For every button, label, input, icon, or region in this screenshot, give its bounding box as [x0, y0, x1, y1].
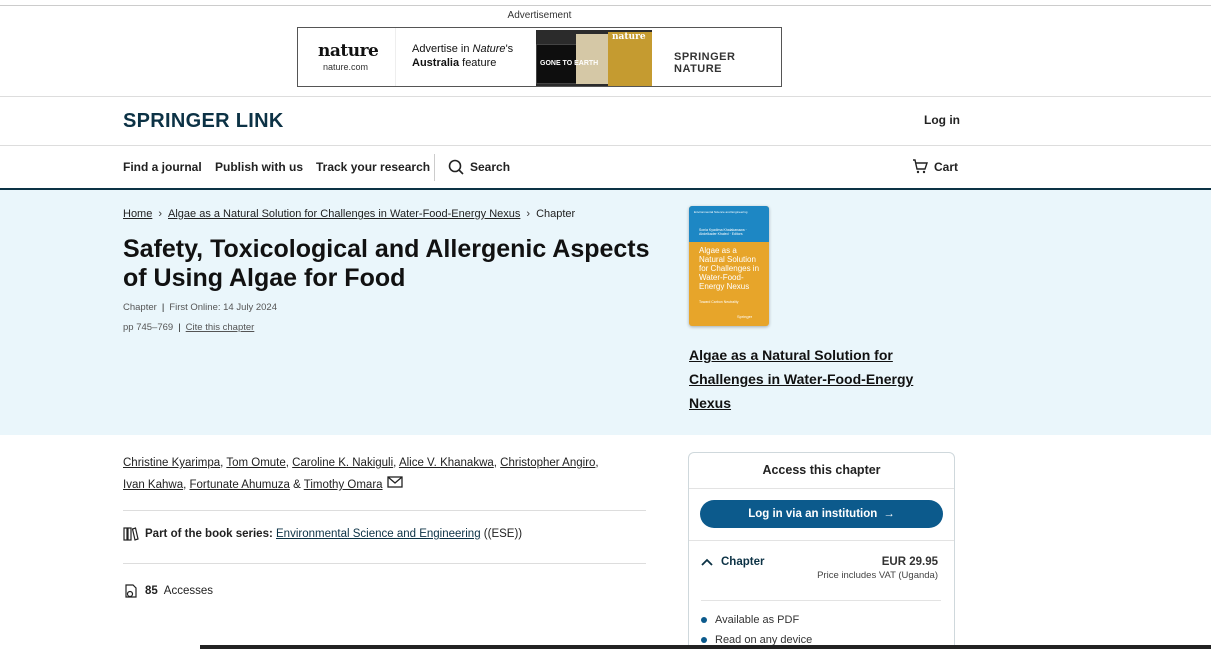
ad-nature-logo: nature nature.com: [318, 41, 379, 72]
author-link[interactable]: Ivan Kahwa: [123, 479, 183, 491]
bottom-banner-edge: [200, 645, 1211, 649]
chapter-meta: Chapter | First Online: 14 July 2024: [123, 302, 278, 313]
author-list: Christine Kyarimpa, Tom Omute, Caroline …: [123, 452, 623, 496]
author-link[interactable]: Christopher Angiro: [500, 457, 595, 469]
panel-divider: [689, 540, 954, 541]
author-link[interactable]: Christine Kyarimpa: [123, 457, 220, 469]
search-icon: [448, 159, 464, 175]
chapter-price: EUR 29.95 Price includes VAT (Uganda): [817, 556, 938, 581]
author-link[interactable]: Alice V. Khanakwa: [399, 457, 494, 469]
author-link[interactable]: Caroline K. Nakiguli: [292, 457, 393, 469]
ad-divider: [395, 28, 396, 86]
nav-rule: [0, 145, 1211, 146]
chapter-type: Chapter: [123, 302, 157, 313]
header-rule: [0, 96, 1211, 97]
price-vat-note: Price includes VAT (Uganda): [817, 570, 938, 581]
series-label: Part of the book series:: [145, 528, 273, 540]
chapter-option-label: Chapter: [721, 556, 765, 568]
first-online: First Online: 14 July 2024: [169, 302, 278, 313]
book-title-link[interactable]: Algae as a Natural Solution for Challeng…: [689, 343, 939, 415]
cover-title: Algae as a Natural Solution for Challeng…: [699, 246, 760, 291]
mail-icon[interactable]: [386, 474, 403, 496]
cover-editors: Sonia Kyadima Khalakanawa · Abdelkader K…: [699, 228, 747, 236]
chapter-title: Safety, Toxicological and Allergenic Asp…: [123, 235, 650, 292]
nature-logo: nature: [318, 41, 379, 61]
access-panel-heading: Access this chapter: [689, 453, 954, 489]
book-series-icon: [123, 527, 139, 541]
ad-label: Advertisement: [507, 10, 572, 21]
author-link[interactable]: Timothy Omara: [304, 479, 383, 491]
arrow-right-icon: →: [883, 508, 895, 520]
cite-chapter-link[interactable]: Cite this chapter: [186, 322, 255, 333]
book-series: Part of the book series: Environmental S…: [123, 527, 522, 541]
chapter-pages: pp 745–769: [123, 322, 174, 333]
breadcrumb-current: Chapter: [536, 208, 576, 220]
series-link[interactable]: Environmental Science and Engineering: [276, 528, 481, 540]
advertisement-banner[interactable]: nature nature.com Advertise in Nature's …: [297, 27, 782, 87]
cart-label: Cart: [934, 159, 959, 174]
feature-item: Available as PDF: [701, 614, 799, 626]
breadcrumb-book[interactable]: Algae as a Natural Solution for Challeng…: [168, 208, 520, 220]
ad-magazine-image: GONE TO EARTH nature: [536, 30, 652, 86]
cart-icon: [913, 159, 928, 174]
access-panel: Access this chapter Log in via an instit…: [688, 452, 955, 649]
bullet-icon: [701, 637, 707, 643]
author-link[interactable]: Fortunate Ahumuza: [190, 479, 290, 491]
chapter-pages-meta: pp 745–769 | Cite this chapter: [123, 322, 255, 333]
panel-divider: [701, 600, 941, 601]
breadcrumb-chevron-icon: ›: [158, 208, 163, 220]
accesses-metric: 85 Accesses: [123, 583, 213, 599]
section-divider: [123, 563, 646, 564]
springer-nature-logo: SPRINGER NATURE: [674, 51, 736, 75]
login-link[interactable]: Log in: [924, 113, 960, 127]
top-rule: [0, 5, 1211, 6]
institution-login-label: Log in via an institution: [748, 508, 878, 520]
accesses-label: Accesses: [163, 585, 214, 597]
nav-find-journal[interactable]: Find a journal: [123, 160, 202, 174]
nav-cart-button[interactable]: Cart: [912, 159, 958, 174]
ad-text: Advertise in Nature's Australia feature: [412, 43, 514, 69]
bullet-icon: [701, 617, 707, 623]
search-label: Search: [470, 160, 511, 174]
breadcrumb-chevron-icon: ›: [526, 208, 531, 220]
nature-url: nature.com: [322, 62, 369, 72]
nav-search-button[interactable]: Search: [448, 159, 510, 175]
nav-divider: [434, 154, 435, 181]
section-divider: [123, 510, 646, 511]
springer-link-logo[interactable]: SPRINGER LINK: [123, 110, 284, 133]
chevron-up-icon: [701, 558, 713, 566]
chapter-toggle[interactable]: Chapter: [701, 556, 764, 568]
cover-subtitle: Toward Carbon Neutrality: [699, 300, 739, 304]
author-link[interactable]: Tom Omute: [226, 457, 285, 469]
cover-series: Environmental Science and Engineering: [694, 210, 748, 214]
cover-publisher: Springer: [737, 314, 753, 319]
breadcrumb: Home › Algae as a Natural Solution for C…: [123, 208, 575, 220]
price-amount: EUR 29.95: [881, 556, 938, 568]
nav-publish[interactable]: Publish with us: [215, 160, 303, 174]
download-icon: [125, 584, 137, 598]
series-abbr: ((ESE)): [480, 528, 523, 540]
nav-track-research[interactable]: Track your research: [316, 160, 430, 174]
institution-login-button[interactable]: Log in via an institution →: [700, 500, 943, 528]
accesses-count: 85: [145, 585, 158, 597]
breadcrumb-home[interactable]: Home: [123, 208, 152, 220]
ad-image-text: GONE TO EARTH: [540, 60, 599, 67]
book-cover[interactable]: Environmental Science and Engineering So…: [689, 206, 769, 326]
ad-image-logo: nature: [612, 32, 646, 42]
